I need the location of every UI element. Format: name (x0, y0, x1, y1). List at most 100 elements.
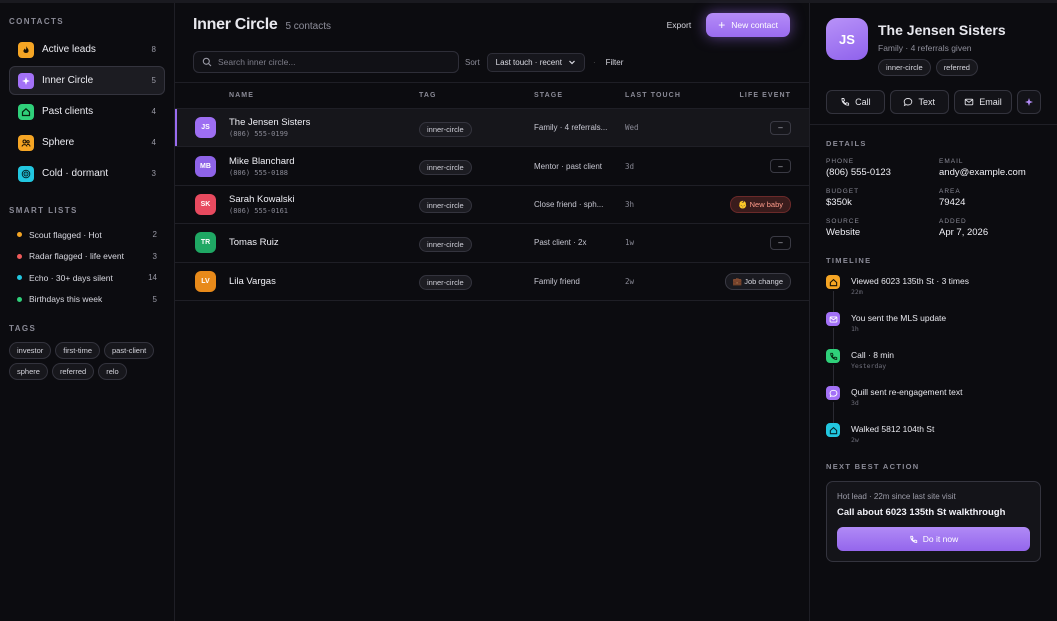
stage-text: Close friend · sph... (534, 199, 604, 209)
column-header-last-touch[interactable]: LAST TOUCH (625, 92, 715, 99)
life-event-badge: – (770, 159, 791, 174)
new-contact-button[interactable]: + New contact (706, 13, 790, 37)
tag-chip: inner-circle (419, 198, 472, 214)
last-touch: 2w (625, 276, 635, 286)
sidebar-item-count: 4 (151, 138, 156, 147)
table-row[interactable]: MB Mike Blanchard (806) 555-0188 inner-c… (175, 147, 809, 186)
avatar: TR (195, 232, 216, 254)
text-button[interactable]: Text (889, 90, 949, 114)
chevron-down-icon (569, 60, 575, 65)
column-header-name[interactable]: NAME (229, 92, 419, 99)
smart-list-label: Radar flagged · life event (29, 251, 124, 262)
main-header: Inner Circle 5 contacts Export + New con… (175, 3, 809, 47)
email-button[interactable]: Email (953, 90, 1013, 114)
sparkle-icon (18, 72, 34, 89)
sort-value: Last touch · recent (495, 57, 562, 67)
chat-icon (904, 98, 913, 107)
call-button[interactable]: Call (826, 90, 885, 114)
smart-list-count: 2 (152, 230, 157, 240)
new-contact-label: New contact (731, 20, 778, 30)
contact-name: Sarah Kowalski (229, 193, 295, 205)
contact-actions: Call Text Email (810, 90, 1057, 114)
sidebar-item-count: 5 (151, 76, 156, 85)
tag-chip[interactable]: referred (935, 59, 978, 76)
tag-chip[interactable]: past-client (104, 342, 155, 359)
column-header-life-event[interactable]: LIFE EVENT (715, 92, 809, 99)
tag-chip[interactable]: inner-circle (878, 59, 931, 76)
table-row[interactable]: TR Tomas Ruiz inner-circle Past client ·… (175, 224, 809, 263)
tag-chip[interactable]: first-time (55, 342, 101, 359)
detail-key: EMAIL (939, 158, 964, 165)
life-event-badge: 💼 Job change (724, 272, 791, 290)
timeline-time: 1h (851, 325, 859, 333)
timeline: Viewed 6023 135th St · 3 times 22m You se… (826, 275, 1041, 460)
status-dot (17, 275, 22, 281)
smart-list-item[interactable]: Echo · 30+ days silent 14 (9, 267, 165, 289)
column-header-tag[interactable]: TAG (419, 92, 534, 99)
sort-dropdown[interactable]: Last touch · recent (486, 52, 585, 72)
export-button[interactable]: Export (667, 20, 692, 30)
table-row[interactable]: LV Lila Vargas inner-circle Family frien… (175, 263, 809, 301)
smart-list-label: Scout flagged · Hot (29, 229, 102, 240)
sidebar-item-count: 4 (151, 107, 156, 116)
detail-key: AREA (939, 188, 961, 195)
phone-icon (826, 349, 840, 363)
detail-value: Apr 7, 2026 (939, 227, 989, 238)
sidebar-item-sphere[interactable]: Sphere 4 (9, 128, 165, 157)
status-dot (17, 232, 22, 238)
tag-chip[interactable]: referred (51, 363, 95, 380)
sidebar-item-active-leads[interactable]: Active leads 8 (9, 35, 165, 64)
timeline-text: Walked 5812 104th St (851, 424, 935, 434)
filter-button[interactable]: Filter (606, 58, 624, 67)
ai-assist-button[interactable] (1017, 90, 1041, 114)
detail-value: andy@example.com (939, 167, 1026, 178)
toolbar: Search inner circle... Sort Last touch ·… (175, 47, 809, 77)
sidebar-item-cold-dormant[interactable]: Cold · dormant 3 (9, 159, 165, 188)
search-input[interactable]: Search inner circle... (193, 51, 459, 73)
timeline-time: 22m (851, 288, 863, 296)
smart-list-item[interactable]: Radar flagged · life event 3 (9, 246, 165, 268)
table-row[interactable]: JS The Jensen Sisters (806) 555-0199 inn… (175, 109, 809, 148)
contact-detail-panel: JS The Jensen Sisters Family · 4 referra… (809, 3, 1057, 621)
smart-list-count: 3 (152, 251, 157, 261)
avatar: LV (195, 270, 216, 292)
contact-name: The Jensen Sisters (878, 22, 1006, 38)
life-event-badge: – (770, 235, 791, 250)
timeline-text: You sent the MLS update (851, 313, 947, 323)
tags-label: TAGS (9, 324, 37, 333)
smart-list-item[interactable]: Scout flagged · Hot 2 (9, 224, 165, 246)
next-best-action-label: NEXT BEST ACTION (826, 462, 920, 471)
table-header: NAME TAG STAGE LAST TOUCH LIFE EVENT (175, 82, 809, 109)
contact-name: Mike Blanchard (229, 155, 295, 167)
contact-phone: (806) 555-0188 (229, 168, 289, 177)
sidebar-item-label: Inner Circle (42, 75, 94, 86)
sidebar-item-past-clients[interactable]: Past clients 4 (9, 97, 165, 126)
last-touch: 3d (625, 161, 635, 171)
column-header-stage[interactable]: STAGE (534, 92, 625, 99)
sort-label: Sort (465, 57, 480, 67)
nba-subtitle: Hot lead · 22m since last site visit (837, 492, 956, 501)
do-it-now-button[interactable]: Do it now (837, 527, 1030, 551)
sidebar-item-inner-circle[interactable]: Inner Circle 5 (9, 66, 165, 95)
home-icon (826, 423, 840, 437)
tag-chip[interactable]: sphere (9, 363, 48, 380)
call-label: Call (855, 97, 871, 107)
flame-icon (18, 41, 34, 58)
home-icon (826, 275, 840, 289)
contact-name: Lila Vargas (229, 275, 276, 287)
timeline-text: Viewed 6023 135th St · 3 times (851, 276, 969, 286)
timeline-time: 2w (851, 436, 859, 444)
tag-chip[interactable]: investor (9, 342, 52, 359)
sidebar-item-count: 3 (151, 169, 156, 178)
details-grid: PHONE (806) 555-0123 EMAIL andy@example.co… (826, 158, 1041, 238)
smart-list-item[interactable]: Birthdays this week 5 (9, 289, 165, 311)
tag-chip: inner-circle (419, 121, 472, 137)
table-row[interactable]: SK Sarah Kowalski (806) 555-0161 inner-c… (175, 186, 809, 225)
avatar: MB (195, 155, 216, 177)
detail-value: 79424 (939, 197, 966, 208)
tag-chip[interactable]: relo (98, 363, 127, 380)
contact-name: Tomas Ruiz (229, 237, 279, 249)
contacts-section-label: CONTACTS (9, 17, 65, 26)
timeline-item: Walked 5812 104th St 2w (826, 423, 1041, 460)
next-best-action-card: Hot lead · 22m since last site visit Cal… (826, 481, 1041, 562)
